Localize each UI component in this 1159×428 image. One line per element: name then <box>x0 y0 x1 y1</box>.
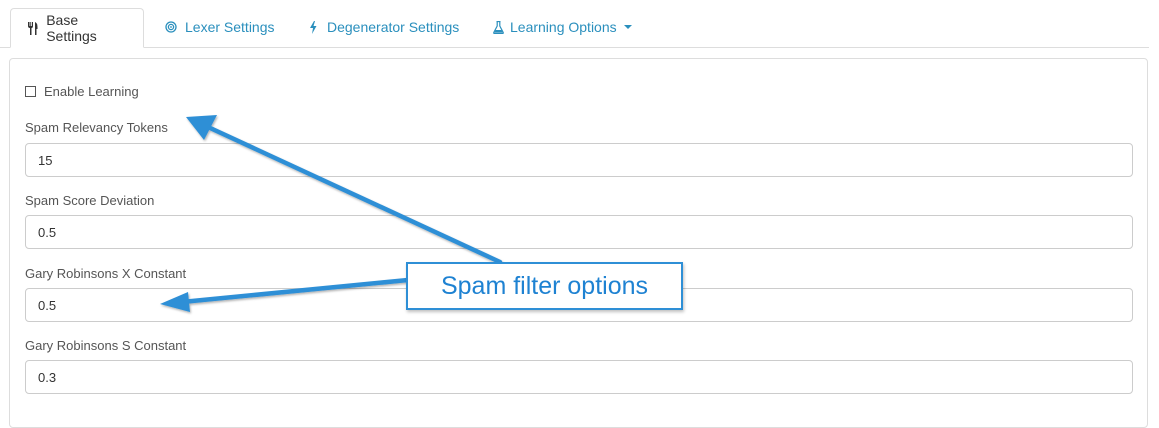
settings-tabs: Base Settings Lexer Settings Degenerator… <box>0 0 1149 48</box>
spam-score-deviation-input[interactable] <box>25 215 1133 249</box>
cutlery-icon <box>27 21 38 35</box>
enable-learning-label: Enable Learning <box>44 84 139 99</box>
spam-relevancy-tokens-label: Spam Relevancy Tokens <box>25 120 168 135</box>
target-icon <box>165 20 177 34</box>
chevron-down-icon[interactable] <box>623 25 632 29</box>
s-constant-label: Gary Robinsons S Constant <box>25 338 187 353</box>
tab-label: Lexer Settings <box>185 19 275 35</box>
spam-score-deviation-label: Spam Score Deviation <box>25 193 155 208</box>
tab-label: Learning Options <box>510 19 617 35</box>
enable-learning-checkbox[interactable] <box>25 86 36 97</box>
s-constant-input[interactable] <box>25 360 1133 394</box>
annotation-callout: Spam filter options <box>406 262 683 310</box>
x-constant-label: Gary Robinsons X Constant <box>25 266 187 281</box>
flask-icon <box>492 20 504 34</box>
tab-label: Degenerator Settings <box>327 19 460 35</box>
bolt-icon <box>307 20 319 34</box>
tab-learning-options[interactable]: Learning Options <box>476 8 648 46</box>
tab-degenerator-settings[interactable]: Degenerator Settings <box>291 8 475 46</box>
spam-relevancy-tokens-input[interactable] <box>25 143 1133 177</box>
tab-lexer-settings[interactable]: Lexer Settings <box>149 8 291 46</box>
tab-label: Base Settings <box>46 12 97 44</box>
tab-base-settings[interactable]: Base Settings <box>10 8 144 48</box>
enable-learning-checkbox-row[interactable]: Enable Learning <box>25 84 139 99</box>
